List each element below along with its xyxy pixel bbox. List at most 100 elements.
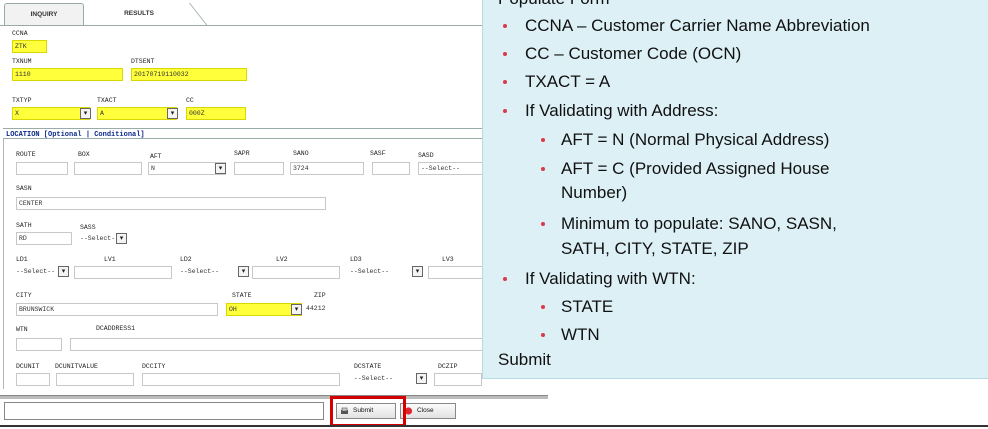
chevron-down-icon[interactable]: ▾ bbox=[215, 163, 226, 174]
sasf-field[interactable] bbox=[372, 162, 410, 175]
location-section bbox=[3, 139, 548, 389]
instruction-item: If Validating with Address: bbox=[525, 101, 719, 120]
bullet-icon bbox=[541, 138, 545, 142]
page-bottom-border bbox=[0, 425, 988, 427]
instruction-item: SATH, CITY, STATE, ZIP bbox=[561, 239, 749, 258]
aft-label: AFT bbox=[150, 153, 162, 160]
sasd-select[interactable]: --Select-- bbox=[418, 162, 484, 175]
instruction-item: AFT = N (Normal Physical Address) bbox=[561, 130, 830, 149]
chevron-down-icon[interactable]: ▾ bbox=[167, 108, 178, 119]
chevron-down-icon[interactable]: ▾ bbox=[58, 266, 69, 277]
dccity-label: DCCITY bbox=[142, 363, 166, 370]
instruction-item: CCNA – Customer Carrier Name Abbreviatio… bbox=[525, 16, 870, 35]
tab-divider bbox=[0, 25, 548, 26]
route-label: ROUTE bbox=[16, 151, 36, 158]
sasd-label: SASD bbox=[418, 152, 434, 159]
ld3-select[interactable]: --Select-- bbox=[348, 266, 406, 279]
zip-label: ZIP bbox=[314, 292, 326, 299]
bullet-icon bbox=[503, 52, 507, 56]
sath-label: SATH bbox=[16, 222, 32, 229]
instruction-panel: Populate Form CCNA – Customer Carrier Na… bbox=[482, 0, 988, 379]
txtyp-select[interactable]: X bbox=[12, 107, 90, 120]
instruction-footer: Submit bbox=[498, 350, 551, 369]
dczip-field[interactable] bbox=[434, 373, 482, 386]
close-button[interactable]: Close bbox=[400, 403, 456, 419]
dtsent-field[interactable]: 20170719110032 bbox=[131, 68, 247, 81]
chevron-down-icon[interactable]: ▾ bbox=[416, 373, 427, 384]
state-label: STATE bbox=[232, 292, 252, 299]
chevron-down-icon[interactable]: ▾ bbox=[412, 266, 423, 277]
lv3-label: LV3 bbox=[442, 256, 454, 263]
txact-label: TXACT bbox=[97, 97, 117, 104]
lv3-field[interactable] bbox=[428, 266, 484, 279]
tab-results[interactable]: RESULTS bbox=[84, 3, 194, 26]
instruction-item: AFT = C (Provided Assigned House bbox=[561, 159, 830, 178]
sass-label: SASS bbox=[80, 224, 96, 231]
zip-field[interactable]: 44212 bbox=[304, 303, 364, 316]
sapr-field[interactable] bbox=[234, 162, 284, 175]
ld2-label: LD2 bbox=[180, 256, 192, 263]
dccity-field[interactable] bbox=[142, 373, 340, 386]
bullet-icon bbox=[503, 277, 507, 281]
bullet-icon bbox=[503, 80, 507, 84]
dcunit-field[interactable] bbox=[16, 373, 50, 386]
chevron-down-icon[interactable]: ▾ bbox=[116, 233, 127, 244]
dcaddress1-label: DCADDRESS1 bbox=[96, 325, 136, 332]
ccna-field[interactable]: ZTK bbox=[12, 40, 47, 53]
sano-field[interactable]: 3724 bbox=[290, 162, 364, 175]
instruction-heading: Populate Form bbox=[498, 0, 610, 10]
instruction-item: STATE bbox=[561, 297, 614, 316]
box-label: BOX bbox=[78, 151, 90, 158]
dtsent-label: DTSENT bbox=[131, 58, 155, 65]
wtn-label: WTN bbox=[16, 326, 28, 333]
txnum-field[interactable]: 1110 bbox=[12, 68, 123, 81]
lv1-field[interactable] bbox=[74, 266, 172, 279]
instruction-item: WTN bbox=[561, 325, 600, 344]
sasf-label: SASF bbox=[370, 150, 386, 157]
route-field[interactable] bbox=[16, 162, 68, 175]
dcstate-select[interactable]: --Select-- bbox=[352, 373, 418, 386]
txact-select[interactable]: A bbox=[97, 107, 177, 120]
cc-label: CC bbox=[186, 97, 194, 104]
sass-select[interactable]: --Select-- bbox=[78, 233, 136, 246]
city-label: CITY bbox=[16, 292, 32, 299]
dcunitvalue-field[interactable] bbox=[56, 373, 134, 386]
city-field[interactable]: BRUNSWICK bbox=[16, 303, 218, 316]
inquiry-form-window: INQUIRY RESULTS CCNA ZTK TXNUM 1110 DTSE… bbox=[0, 0, 548, 429]
dcaddress1-field[interactable] bbox=[70, 338, 484, 351]
sath-field[interactable]: RD bbox=[16, 232, 72, 245]
close-button-label: Close bbox=[417, 407, 434, 414]
chevron-down-icon[interactable]: ▾ bbox=[238, 266, 249, 277]
sano-label: SANO bbox=[293, 150, 309, 157]
lv1-label: LV1 bbox=[104, 256, 116, 263]
location-section-header: LOCATION [Optional | Conditional] bbox=[3, 128, 548, 139]
chevron-down-icon[interactable]: ▾ bbox=[291, 304, 302, 315]
lv2-label: LV2 bbox=[276, 256, 288, 263]
dcunitvalue-label: DCUNITVALUE bbox=[55, 363, 98, 370]
sasn-label: SASN bbox=[16, 185, 32, 192]
instruction-item: Number) bbox=[561, 183, 628, 202]
wtn-field[interactable] bbox=[16, 338, 62, 351]
ld1-label: LD1 bbox=[16, 256, 28, 263]
dczip-label: DCZIP bbox=[438, 363, 458, 370]
sasn-field[interactable]: CENTER bbox=[16, 197, 326, 210]
submit-highlight bbox=[330, 396, 406, 427]
status-bar bbox=[4, 402, 324, 420]
chevron-down-icon[interactable]: ▾ bbox=[80, 108, 91, 119]
box-field[interactable] bbox=[74, 162, 142, 175]
instruction-item: Minimum to populate: SANO, SASN, bbox=[561, 214, 837, 233]
dcunit-label: DCUNIT bbox=[16, 363, 40, 370]
sapr-label: SAPR bbox=[234, 150, 250, 157]
ld2-select[interactable]: --Select-- bbox=[178, 266, 236, 279]
bullet-icon bbox=[503, 109, 507, 113]
cc-field[interactable]: 000Z bbox=[186, 107, 246, 120]
ld3-label: LD3 bbox=[350, 256, 362, 263]
instruction-item: If Validating with WTN: bbox=[525, 269, 696, 288]
instruction-item: TXACT = A bbox=[525, 72, 611, 91]
ccna-label: CCNA bbox=[12, 30, 28, 37]
bullet-icon bbox=[541, 333, 545, 337]
tab-inquiry[interactable]: INQUIRY bbox=[4, 3, 84, 26]
location-section-title: LOCATION [Optional | Conditional] bbox=[6, 131, 145, 139]
lv2-field[interactable] bbox=[252, 266, 340, 279]
footer-divider bbox=[0, 395, 548, 399]
